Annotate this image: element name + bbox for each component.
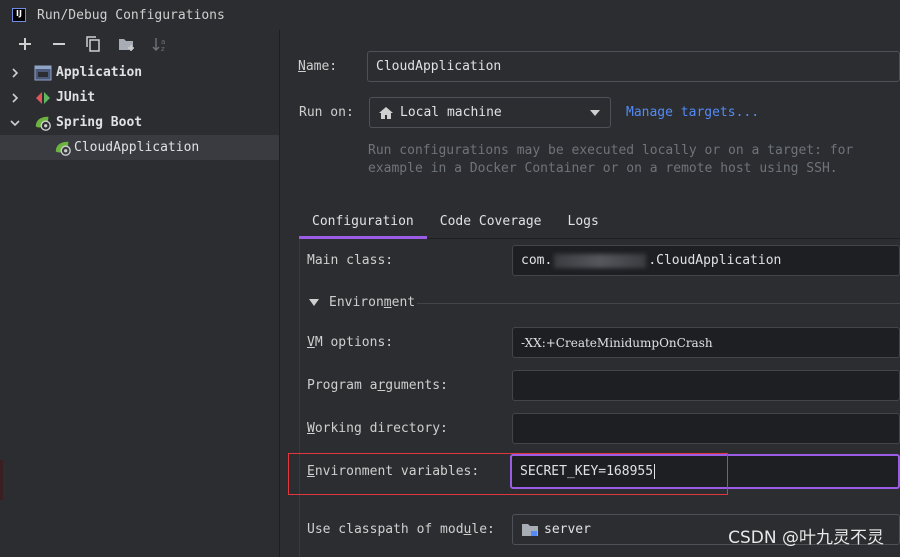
watermark: CSDN @叶九灵不灵	[728, 528, 884, 548]
hint-line: Run configurations may be executed local…	[368, 143, 854, 158]
add-icon[interactable]	[10, 32, 40, 56]
working-directory-input[interactable]	[512, 413, 900, 444]
config-tabs: Configuration Code Coverage Logs	[299, 205, 900, 239]
environment-separator	[417, 303, 900, 304]
tab-configuration[interactable]: Configuration	[299, 205, 427, 239]
tree-item-label: JUnit	[56, 90, 96, 105]
spring-boot-icon	[34, 114, 52, 132]
tree-item-label: Spring Boot	[56, 115, 143, 130]
configurations-sidebar: az Application JUnit Spring Boot CloudAp…	[0, 30, 280, 557]
svg-text:z: z	[161, 45, 165, 52]
new-folder-icon[interactable]	[112, 32, 142, 56]
chevron-right-icon[interactable]	[8, 91, 22, 105]
window-title: Run/Debug Configurations	[37, 7, 225, 23]
redacted-blur	[554, 253, 647, 268]
program-arguments-label: Program arguments:	[307, 378, 448, 393]
triangle-down-icon	[309, 299, 319, 306]
copy-icon[interactable]	[78, 32, 108, 56]
chevron-down-icon	[590, 109, 600, 116]
home-icon	[378, 106, 394, 120]
run-on-value: Local machine	[400, 105, 502, 120]
environment-label: Environment	[329, 295, 416, 310]
title-bar: IJ Run/Debug Configurations	[0, 0, 900, 30]
sort-icon[interactable]: az	[146, 32, 176, 56]
junit-icon	[34, 89, 52, 107]
name-input[interactable]: CloudApplication	[367, 51, 900, 82]
remove-icon[interactable]	[44, 32, 74, 56]
tree-item-label: CloudApplication	[74, 140, 200, 155]
working-directory-label: Working directory:	[307, 421, 448, 436]
main-class-label: Main class:	[307, 253, 394, 268]
intellij-logo-icon: IJ	[12, 8, 26, 22]
manage-targets-link[interactable]: Manage targets...	[626, 105, 759, 120]
tree-item-junit[interactable]: JUnit	[0, 85, 279, 110]
program-arguments-input[interactable]	[512, 370, 900, 401]
main-class-prefix: com.	[521, 253, 553, 268]
configuration-tree: Application JUnit Spring Boot CloudAppli…	[0, 60, 279, 160]
classpath-module-value: server	[544, 522, 591, 537]
run-on-hint: Run configurations may be executed local…	[368, 142, 853, 178]
chevron-right-icon[interactable]	[8, 66, 22, 80]
chevron-down-icon[interactable]	[8, 116, 22, 130]
vm-options-label: VM options:	[307, 335, 394, 350]
tree-item-application[interactable]: Application	[0, 60, 279, 85]
tab-code-coverage[interactable]: Code Coverage	[427, 205, 555, 238]
tree-item-cloudapplication[interactable]: CloudApplication	[0, 135, 279, 160]
application-icon	[34, 64, 52, 82]
tab-logs[interactable]: Logs	[555, 205, 612, 238]
tree-item-label: Application	[56, 65, 143, 80]
run-on-label: Run on:	[299, 105, 354, 120]
vm-options-input[interactable]: -XX:+CreateMinidumpOnCrash	[512, 327, 900, 358]
run-on-select[interactable]: Local machine	[369, 97, 611, 128]
annotation-highlight-box	[288, 453, 728, 495]
hint-line: example in a Docker Container or on a re…	[368, 161, 838, 176]
spring-boot-icon	[54, 139, 72, 157]
environment-section-toggle[interactable]: Environment	[309, 295, 415, 310]
module-folder-icon	[521, 522, 539, 537]
sidebar-toolbar: az	[0, 30, 279, 58]
classpath-module-label: Use classpath of module:	[307, 522, 495, 537]
name-label: Name:	[298, 59, 338, 74]
main-class-input[interactable]: com. .CloudApplication	[512, 245, 900, 276]
edge-marker	[0, 460, 3, 500]
tree-item-spring-boot[interactable]: Spring Boot	[0, 110, 279, 135]
main-class-suffix: .CloudApplication	[648, 253, 782, 268]
